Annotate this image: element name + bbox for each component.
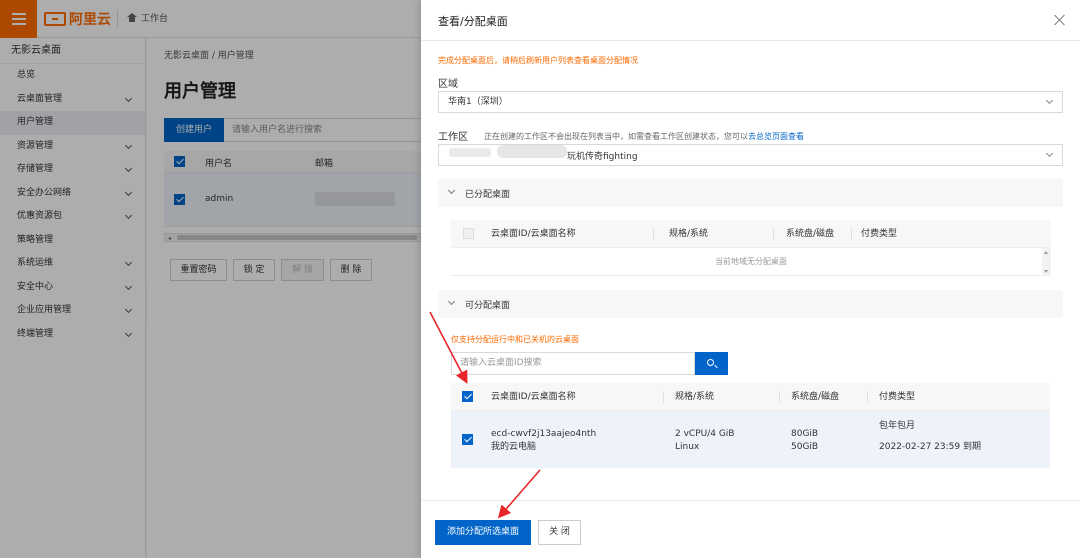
close-button[interactable]: 关 闭 xyxy=(538,520,581,545)
region-select[interactable]: 华南1（深圳） xyxy=(438,91,1063,113)
assigned-desktops-table: 云桌面ID/云桌面名称 规格/系统 系统盘/磁盘 付费类型 当前地域无分配桌面 xyxy=(451,220,1051,276)
expire-time: 2022-02-27 23:59 到期 xyxy=(879,442,981,452)
column-divider xyxy=(653,228,654,240)
redacted-text xyxy=(497,145,567,158)
scroll-down-icon[interactable] xyxy=(1044,270,1048,273)
drawer-title: 查看/分配桌面 xyxy=(438,15,508,28)
chevron-down-icon xyxy=(1045,96,1054,105)
overview-link[interactable]: 去总览页面查看 xyxy=(748,132,804,141)
available-section-header[interactable]: 可分配桌面 xyxy=(438,290,1063,318)
drawer-header: 查看/分配桌面 xyxy=(421,0,1080,41)
desktop-os: Linux xyxy=(675,442,700,452)
modal-overlay[interactable] xyxy=(0,0,421,558)
system-disk: 80GiB xyxy=(791,429,819,439)
available-desktops-table: 云桌面ID/云桌面名称 规格/系统 系统盘/磁盘 付费类型 ecd-cwvf2j… xyxy=(451,383,1050,468)
desktop-spec: 2 vCPU/4 GiB xyxy=(675,429,735,439)
assign-desktop-drawer: 查看/分配桌面 完成分配桌面后，请稍后刷新用户列表查看桌面分配情况 区域 华南1… xyxy=(421,0,1080,558)
col-id-name: 云桌面ID/云桌面名称 xyxy=(491,392,576,402)
assigned-section-title: 已分配桌面 xyxy=(465,190,511,200)
col-disk: 系统盘/磁盘 xyxy=(791,392,840,402)
table-header: 云桌面ID/云桌面名称 规格/系统 系统盘/磁盘 付费类型 xyxy=(451,220,1051,248)
chevron-down-icon xyxy=(1045,149,1054,158)
select-all-checkbox xyxy=(463,228,474,239)
desktop-name: 我的云电脑 xyxy=(491,442,537,452)
col-spec: 规格/系统 xyxy=(669,229,709,239)
column-divider xyxy=(851,228,852,240)
desktop-id[interactable]: ecd-cwvf2j13aajeo4nth xyxy=(491,428,596,440)
refresh-notice: 完成分配桌面后，请稍后刷新用户列表查看桌面分配情况 xyxy=(438,56,638,65)
add-assign-button[interactable]: 添加分配所选桌面 xyxy=(435,520,531,545)
workspace-hint: 正在创建的工作区不会出现在列表当中，如需查看工作区创建状态，您可以去总览页面查看 xyxy=(484,131,804,142)
search-button[interactable] xyxy=(695,352,728,375)
region-label: 区域 xyxy=(438,79,458,90)
region-value: 华南1（深圳） xyxy=(448,97,508,107)
search-icon xyxy=(707,359,714,366)
column-divider xyxy=(779,391,780,403)
col-billing: 付费类型 xyxy=(861,229,898,239)
workspace-label: 工作区 xyxy=(438,132,468,143)
desktop-search-input[interactable]: 请输入云桌面ID搜索 xyxy=(451,352,695,375)
data-disk: 50GiB xyxy=(791,442,819,452)
available-section-title: 可分配桌面 xyxy=(465,301,511,311)
scroll-up-icon[interactable] xyxy=(1044,251,1048,254)
row-checkbox[interactable] xyxy=(462,434,473,445)
select-all-checkbox[interactable] xyxy=(462,391,473,402)
table-row[interactable]: ecd-cwvf2j13aajeo4nth 我的云电脑 2 vCPU/4 GiB… xyxy=(451,411,1050,468)
column-divider xyxy=(773,228,774,240)
chevron-down-icon xyxy=(447,297,456,306)
column-divider xyxy=(663,391,664,403)
billing-type: 包年包月 xyxy=(879,421,916,431)
col-disk: 系统盘/磁盘 xyxy=(786,229,835,239)
col-id-name: 云桌面ID/云桌面名称 xyxy=(491,229,576,239)
table-header: 云桌面ID/云桌面名称 规格/系统 系统盘/磁盘 付费类型 xyxy=(451,383,1050,411)
assigned-section-header[interactable]: 已分配桌面 xyxy=(438,179,1063,207)
available-warning: 仅支持分配运行中和已关机的云桌面 xyxy=(451,335,579,344)
close-icon[interactable] xyxy=(1054,14,1066,26)
workspace-value: 玩机传奇fighting xyxy=(567,152,638,162)
workspace-hint-text: 正在创建的工作区不会出现在列表当中，如需查看工作区创建状态，您可以 xyxy=(484,132,748,141)
col-billing: 付费类型 xyxy=(879,392,916,402)
vertical-scrollbar[interactable] xyxy=(1042,248,1051,276)
chevron-down-icon xyxy=(447,186,456,195)
redacted-text xyxy=(449,148,491,157)
column-divider xyxy=(867,391,868,403)
col-spec: 规格/系统 xyxy=(675,392,715,402)
empty-state: 当前地域无分配桌面 xyxy=(451,248,1051,276)
